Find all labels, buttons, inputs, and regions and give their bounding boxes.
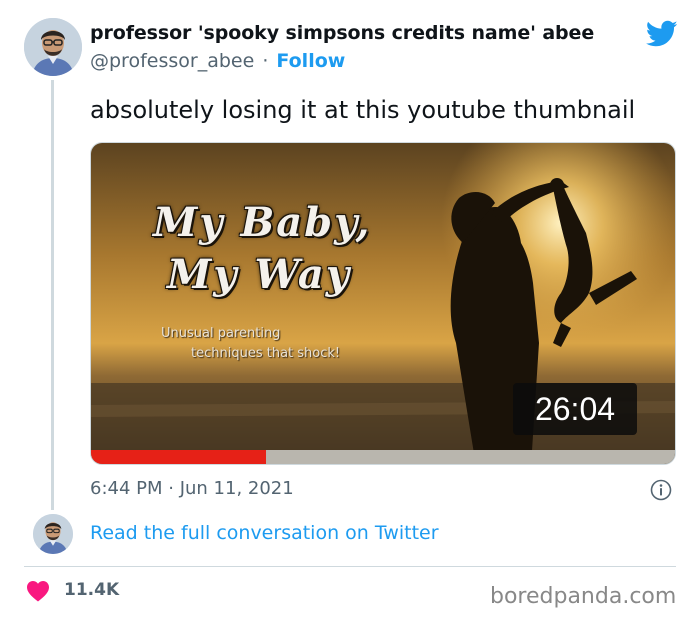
heart-icon[interactable] bbox=[26, 580, 50, 602]
video-thumbnail[interactable]: My Baby, My Way Unusual parenting techni… bbox=[90, 142, 676, 465]
thumbnail-title-line2: My Way bbox=[167, 251, 352, 298]
video-duration-badge: 26:04 bbox=[513, 383, 637, 435]
author-handle-row: @professor_abee · Follow bbox=[90, 50, 345, 72]
follow-button[interactable]: Follow bbox=[276, 50, 345, 72]
thread-connector-line bbox=[51, 80, 54, 510]
author-handle[interactable]: @professor_abee bbox=[90, 50, 254, 72]
thumbnail-subtitle-line2: techniques that shock! bbox=[191, 346, 341, 361]
tweet-timestamp[interactable]: 6:44 PM · Jun 11, 2021 bbox=[90, 478, 294, 499]
author-display-name[interactable]: professor 'spooky simpsons credits name'… bbox=[90, 22, 594, 44]
watch-progress-fill bbox=[91, 450, 267, 464]
thumbnail-subtitle-line1: Unusual parenting bbox=[161, 326, 281, 341]
footer-divider bbox=[24, 566, 676, 567]
info-icon[interactable] bbox=[650, 479, 672, 501]
reader-avatar[interactable] bbox=[33, 514, 73, 554]
source-watermark: boredpanda.com bbox=[490, 584, 677, 609]
read-full-conversation-link[interactable]: Read the full conversation on Twitter bbox=[90, 522, 439, 544]
twitter-bird-icon[interactable] bbox=[646, 20, 678, 48]
like-count[interactable]: 11.4K bbox=[64, 580, 119, 600]
watch-progress-bar bbox=[91, 450, 675, 464]
handle-separator: · bbox=[262, 50, 269, 72]
author-avatar[interactable] bbox=[24, 18, 82, 76]
tweet-text: absolutely losing it at this youtube thu… bbox=[90, 96, 636, 124]
thumbnail-title-line1: My Baby, bbox=[153, 199, 372, 246]
